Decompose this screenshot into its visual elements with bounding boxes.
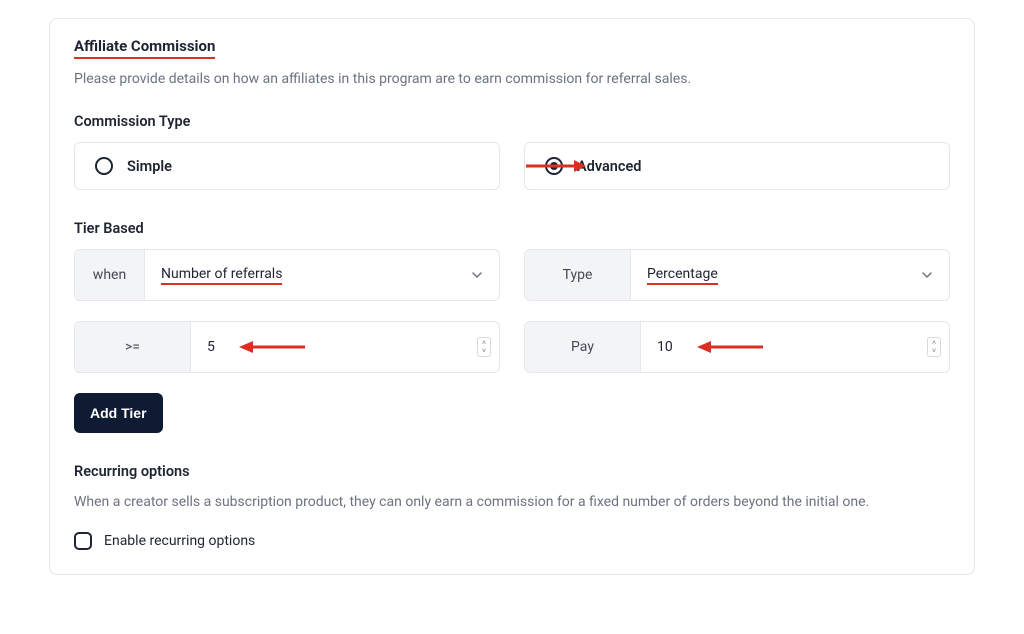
gte-prefix: >= [75,322,191,372]
type-value: Percentage [647,266,718,285]
section-title: Affiliate Commission [74,37,215,59]
tier-pay-input[interactable]: Pay 10 ˄˅ [524,321,950,373]
tier-gte-input[interactable]: >= 5 ˄˅ [74,321,500,373]
type-prefix: Type [525,250,631,300]
radio-label: Simple [127,158,172,175]
enable-recurring-checkbox[interactable] [74,532,92,550]
when-value: Number of referrals [161,266,282,285]
commission-type-advanced[interactable]: Advanced [524,142,950,190]
chevron-down-icon [921,269,933,281]
pay-value: 10 [657,339,673,355]
gte-value: 5 [207,339,215,355]
section-description: Please provide details on how an affilia… [74,71,950,87]
enable-recurring-label: Enable recurring options [104,533,255,549]
commission-type-radio-group: Simple Advanced [74,142,950,190]
radio-icon [545,157,563,175]
tier-type-select[interactable]: Type Percentage [524,249,950,301]
commission-type-simple[interactable]: Simple [74,142,500,190]
radio-label: Advanced [577,158,641,175]
chevron-down-icon [471,269,483,281]
annotation-arrow-left [237,340,305,354]
affiliate-commission-card: Affiliate Commission Please provide deta… [49,18,975,575]
annotation-arrow-left [695,340,763,354]
radio-icon [95,157,113,175]
recurring-options-label: Recurring options [74,463,950,480]
tier-based-label: Tier Based [74,220,950,237]
recurring-description: When a creator sells a subscription prod… [74,492,950,514]
number-spinner-icon[interactable]: ˄˅ [477,337,491,357]
number-spinner-icon[interactable]: ˄˅ [927,337,941,357]
tier-when-select[interactable]: when Number of referrals [74,249,500,301]
add-tier-button[interactable]: Add Tier [74,393,163,433]
pay-prefix: Pay [525,322,641,372]
when-prefix: when [75,250,145,300]
commission-type-label: Commission Type [74,113,950,130]
